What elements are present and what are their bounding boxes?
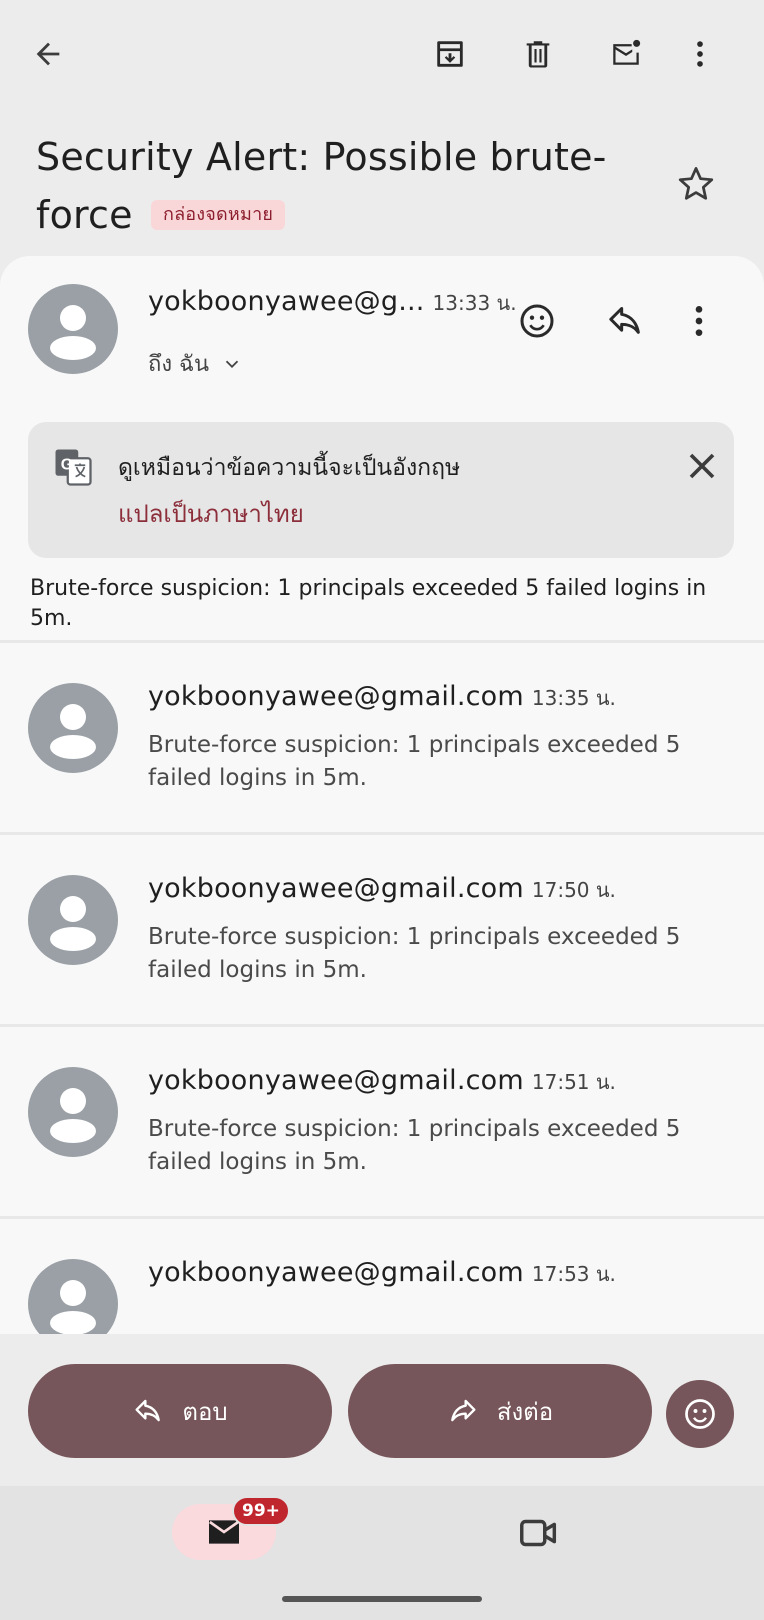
more-vert-icon <box>695 306 703 336</box>
message-time: 17:51 น. <box>531 1070 616 1094</box>
emoji-reaction-button[interactable] <box>666 1380 734 1448</box>
reply-button[interactable]: ตอบ <box>28 1364 332 1458</box>
reply-icon <box>135 1399 161 1422</box>
message-time: 17:50 น. <box>531 878 616 902</box>
avatar[interactable] <box>28 683 118 773</box>
avatar[interactable] <box>28 875 118 965</box>
sender-name: yokboonyawee@gmail.com 17:50 น. <box>148 873 616 904</box>
trash-icon <box>526 41 550 68</box>
translate-icon: G <box>55 449 92 486</box>
home-indicator[interactable] <box>282 1596 482 1602</box>
video-icon[interactable] <box>516 1510 562 1556</box>
message-snippet: Brute-force suspicion: 1 principals exce… <box>148 924 681 983</box>
message-snippet: Brute-force suspicion: 1 principals exce… <box>148 1116 681 1175</box>
more-options-button[interactable] <box>676 30 724 78</box>
archive-button[interactable] <box>426 30 474 78</box>
sender-name: yokboonyawee@gmail.com 13:35 น. <box>148 681 616 712</box>
archive-icon <box>437 41 463 67</box>
sender-name: yokboonyawee@g... 13:33 น. <box>148 286 517 317</box>
sender-name: yokboonyawee@gmail.com 17:53 น. <box>148 1257 616 1288</box>
translate-link[interactable]: แปลเป็นภาษาไทย <box>118 494 304 533</box>
person-icon <box>50 305 96 360</box>
avatar[interactable] <box>28 284 118 374</box>
person-icon <box>50 896 96 951</box>
first-message-header[interactable]: yokboonyawee@g... 13:33 น. ถึง ฉัน <box>0 256 764 416</box>
smiley-icon <box>685 1399 715 1429</box>
message-time: 17:53 น. <box>531 1262 616 1286</box>
delete-button[interactable] <box>514 30 562 78</box>
svg-text:G: G <box>61 457 73 474</box>
avatar[interactable] <box>28 1259 118 1336</box>
forward-icon <box>450 1399 476 1422</box>
person-icon <box>50 704 96 759</box>
top-app-bar <box>0 0 764 110</box>
chevron-down-icon <box>225 360 239 368</box>
message-time: 13:35 น. <box>531 686 616 710</box>
collapsed-message[interactable]: yokboonyawee@gmail.com 13:35 น. Brute-for… <box>0 643 764 839</box>
smiley-icon <box>520 304 554 338</box>
bottom-action-bar: ตอบ ส่งต่อ <box>0 1334 764 1486</box>
message-snippet: Brute-force suspicion: 1 principals exce… <box>148 732 681 791</box>
person-icon <box>50 1280 96 1335</box>
person-icon <box>50 1088 96 1143</box>
translate-banner: G ดูเหมือนว่าข้อความนี้จะเป็นอังกฤษ แปลเ… <box>28 422 734 558</box>
message-body: Brute-force suspicion: 1 principals exce… <box>30 576 707 631</box>
close-icon[interactable] <box>680 444 724 488</box>
avatar[interactable] <box>28 1067 118 1157</box>
inbox-label-chip[interactable]: กล่องจดหมาย <box>150 200 286 230</box>
recipient-text: ถึง ฉัน <box>148 352 210 377</box>
sender-name: yokboonyawee@gmail.com 17:51 น. <box>148 1065 616 1096</box>
forward-button[interactable]: ส่งต่อ <box>348 1364 652 1458</box>
email-subject: Security Alert: Possible brute-force กล่… <box>36 128 656 244</box>
bottom-navigation: 99+ <box>0 1486 764 1620</box>
back-button[interactable] <box>24 30 72 78</box>
collapsed-message[interactable]: yokboonyawee@gmail.com 17:51 น. Brute-for… <box>0 1027 764 1223</box>
reply-icon <box>609 307 640 334</box>
reply-button[interactable] <box>602 298 648 344</box>
mark-unread-icon <box>613 39 641 65</box>
message-more-button[interactable] <box>676 298 722 344</box>
emoji-reaction-button[interactable] <box>514 298 560 344</box>
message-time: 13:33 น. <box>432 291 517 315</box>
star-outline-icon[interactable] <box>674 162 718 206</box>
more-vert-icon <box>697 41 703 67</box>
conversation-card: yokboonyawee@g... 13:33 น. ถึง ฉัน G ดูเห… <box>0 256 764 1336</box>
collapsed-message[interactable]: yokboonyawee@gmail.com 17:50 น. Brute-for… <box>0 835 764 1031</box>
collapsed-message[interactable]: yokboonyawee@gmail.com 17:53 น. <box>0 1219 764 1336</box>
recipient-details-toggle[interactable]: ถึง ฉัน <box>148 346 243 381</box>
reply-label: ตอบ <box>182 1397 228 1426</box>
unread-count-badge: 99+ <box>232 1496 290 1526</box>
subject-text: Security Alert: Possible brute-force <box>36 135 607 237</box>
translate-message: ดูเหมือนว่าข้อความนี้จะเป็นอังกฤษ <box>118 455 461 481</box>
arrow-back-icon <box>36 42 60 66</box>
forward-label: ส่งต่อ <box>496 1397 554 1426</box>
mark-unread-button[interactable] <box>602 30 650 78</box>
